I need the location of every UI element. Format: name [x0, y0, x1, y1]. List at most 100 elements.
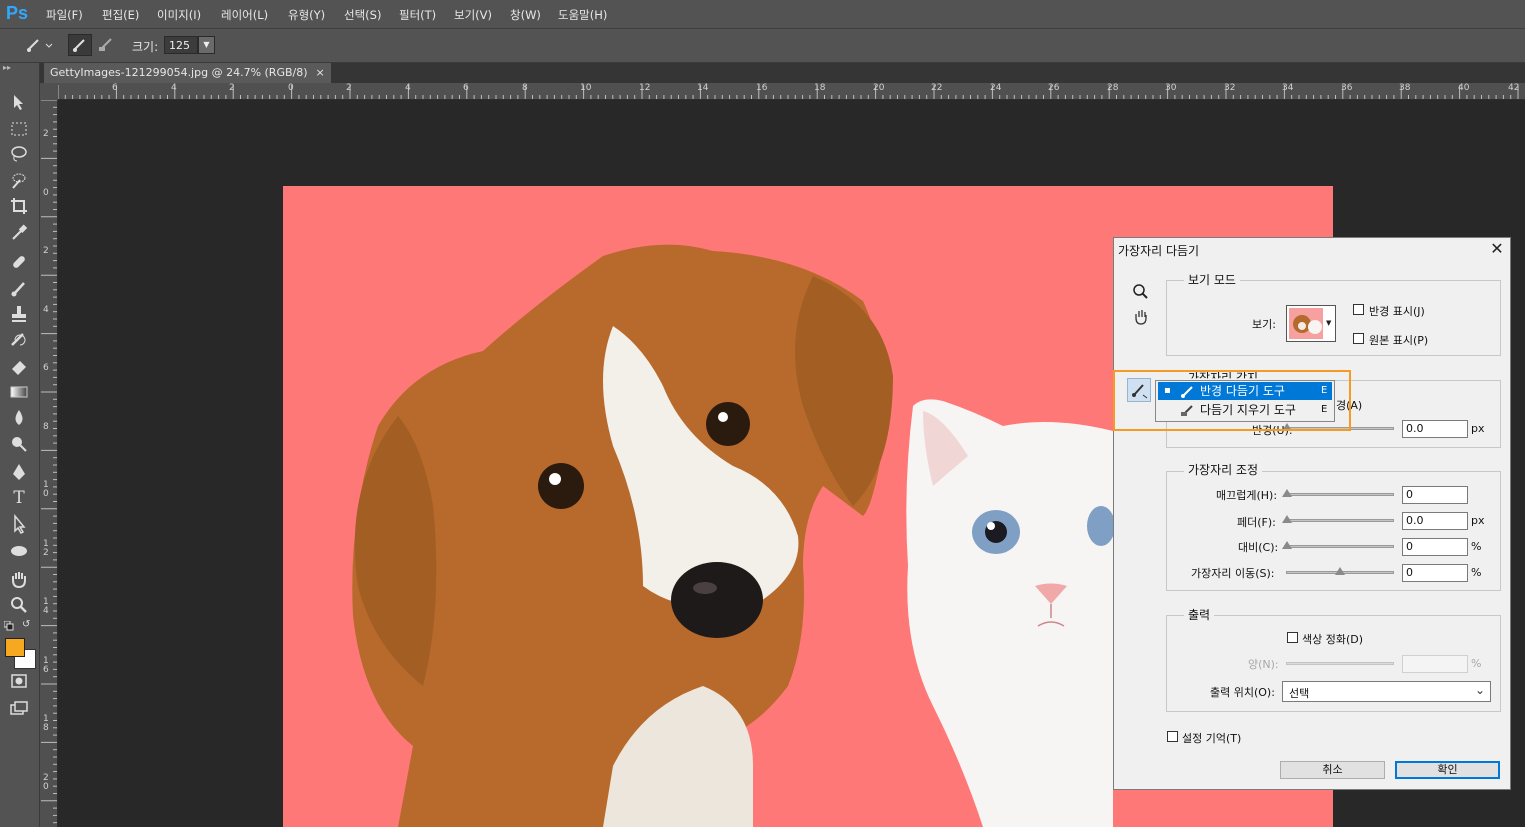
output-to-select[interactable]: 선택 ⌄	[1282, 681, 1491, 702]
shift-edge-slider[interactable]	[1286, 567, 1394, 575]
vertical-ruler[interactable]: 2 0 2 4 6 8 1 0 1 2 1 4 1 6 1 8 2 0	[40, 100, 58, 827]
move-tool-icon[interactable]	[8, 91, 30, 113]
ruler-label: 38	[1399, 83, 1411, 93]
menu-type[interactable]: 유형(Y)	[288, 7, 325, 23]
menu-file[interactable]: 파일(F)	[46, 7, 83, 23]
clone-stamp-tool-icon[interactable]	[8, 303, 30, 325]
ruler-label: 36	[1341, 83, 1353, 93]
ruler-label: 10	[580, 83, 592, 93]
smooth-input[interactable]: 0	[1402, 486, 1468, 504]
quick-selection-tool-icon[interactable]	[8, 169, 30, 191]
ruler-label: 16	[756, 83, 768, 93]
erase-refinements-mode-button[interactable]	[96, 34, 120, 56]
size-input[interactable]: 125	[164, 36, 198, 54]
brush-tool-icon[interactable]	[8, 277, 30, 299]
chevron-down-icon: ▼	[1326, 319, 1332, 327]
swap-colors-icon[interactable]: ↺	[22, 619, 30, 630]
brush-preset-picker[interactable]	[24, 34, 53, 56]
ruler-label: 1 0	[43, 480, 49, 499]
dog-image	[352, 244, 893, 827]
feather-input[interactable]: 0.0	[1402, 512, 1468, 530]
collapse-panel-icon[interactable]: ▸▸	[3, 63, 11, 72]
dodge-tool-icon[interactable]	[8, 433, 30, 455]
refine-radius-mode-button[interactable]	[68, 34, 92, 56]
size-dropdown-button[interactable]: ▼	[198, 36, 215, 54]
document-tab[interactable]: GettyImages-121299054.jpg @ 24.7% (RGB/8…	[44, 63, 331, 83]
ruler-label: 6	[112, 83, 118, 93]
feather-label: 페더(F):	[1237, 516, 1276, 529]
contrast-input[interactable]: 0	[1402, 538, 1468, 556]
path-selection-tool-icon[interactable]	[8, 513, 30, 535]
foreground-color-swatch[interactable]	[5, 638, 25, 657]
eyedropper-tool-icon[interactable]	[8, 221, 30, 243]
zoom-tool-icon[interactable]	[8, 594, 30, 616]
remember-settings-checkbox[interactable]	[1167, 731, 1178, 742]
blur-tool-icon[interactable]	[8, 407, 30, 429]
healing-brush-tool-icon[interactable]	[8, 251, 30, 273]
menu-view[interactable]: 보기(V)	[454, 7, 492, 23]
gradient-tool-icon[interactable]	[8, 381, 30, 403]
ruler-label: 28	[1107, 83, 1119, 93]
shift-edge-input[interactable]: 0	[1402, 564, 1468, 582]
menu-select[interactable]: 선택(S)	[344, 7, 381, 23]
history-brush-tool-icon[interactable]	[8, 329, 30, 351]
smooth-slider-thumb[interactable]	[1282, 489, 1292, 497]
menu-layer[interactable]: 레이어(L)	[221, 7, 268, 23]
screen-mode-icon[interactable]	[8, 697, 30, 719]
feather-slider-thumb[interactable]	[1282, 515, 1292, 523]
default-colors-icon[interactable]	[3, 620, 14, 631]
menu-filter[interactable]: 필터(T)	[399, 7, 436, 23]
dialog-title: 가장자리 다듬기	[1118, 244, 1200, 258]
menu-edit[interactable]: 편집(E)	[102, 7, 139, 23]
view-thumbnail-picker[interactable]: ▼	[1286, 305, 1336, 342]
smooth-label: 매끄럽게(H):	[1216, 489, 1278, 502]
menu-help[interactable]: 도움말(H)	[558, 7, 607, 23]
decontaminate-checkbox[interactable]	[1287, 632, 1298, 643]
document-tab-title: GettyImages-121299054.jpg @ 24.7% (RGB/8…	[50, 66, 308, 79]
ruler-label: 0	[288, 83, 294, 93]
crop-tool-icon[interactable]	[8, 195, 30, 217]
marquee-tool-icon[interactable]	[8, 118, 30, 140]
ok-button[interactable]: 확인	[1395, 761, 1500, 779]
ruler-label: 2 0	[43, 773, 49, 792]
zoom-icon[interactable]	[1131, 282, 1151, 302]
decontaminate-label: 색상 정화(D)	[1302, 633, 1364, 646]
eraser-tool-icon[interactable]	[8, 355, 30, 377]
shape-tool-icon[interactable]	[8, 540, 30, 562]
ruler-label: 8	[522, 83, 528, 93]
menu-window[interactable]: 창(W)	[510, 7, 541, 23]
ruler-label: 8	[43, 422, 49, 432]
pen-tool-icon[interactable]	[8, 461, 30, 483]
ruler-label: 0	[43, 188, 49, 198]
close-tab-icon[interactable]: ×	[316, 66, 325, 79]
ruler-label: 2	[43, 129, 49, 139]
contrast-slider-thumb[interactable]	[1282, 541, 1292, 549]
lasso-tool-icon[interactable]	[8, 143, 30, 165]
horizontal-ruler[interactable]: 6 4 2 0 2 4 6 8 10 12 14 16 18 20 22 24 …	[58, 83, 1525, 100]
quick-mask-icon[interactable]	[8, 670, 30, 692]
amount-input	[1402, 655, 1468, 673]
hand-tool-icon[interactable]	[8, 568, 30, 590]
shift-edge-slider-thumb[interactable]	[1335, 567, 1345, 575]
feather-slider[interactable]	[1282, 515, 1394, 523]
radius-unit: px	[1471, 422, 1485, 435]
view-mode-legend: 보기 모드	[1184, 271, 1240, 288]
ruler-label: 1 2	[43, 539, 49, 558]
show-original-checkbox[interactable]	[1353, 333, 1364, 344]
cancel-button[interactable]: 취소	[1280, 761, 1385, 779]
ruler-label: 1 4	[43, 597, 49, 616]
ruler-label: 2	[229, 83, 235, 93]
menu-image[interactable]: 이미지(I)	[157, 7, 201, 23]
close-icon[interactable]: ✕	[1488, 240, 1506, 258]
radius-input[interactable]: 0.0	[1402, 420, 1468, 438]
type-tool-icon[interactable]: T	[8, 487, 30, 509]
refine-edge-dialog: 가장자리 다듬기 ✕ 보기 모드 보기: ▼ 반경 표시(J) 원본 표시(P)…	[1113, 237, 1511, 790]
ruler-label: 1 8	[43, 714, 49, 733]
contrast-slider[interactable]	[1282, 541, 1394, 549]
view-thumbnail-icon	[1289, 308, 1323, 339]
smooth-slider[interactable]	[1282, 489, 1394, 497]
hand-icon[interactable]	[1131, 307, 1151, 327]
amount-slider	[1286, 662, 1394, 665]
ruler-origin[interactable]	[40, 83, 58, 100]
show-radius-checkbox[interactable]	[1353, 304, 1364, 315]
